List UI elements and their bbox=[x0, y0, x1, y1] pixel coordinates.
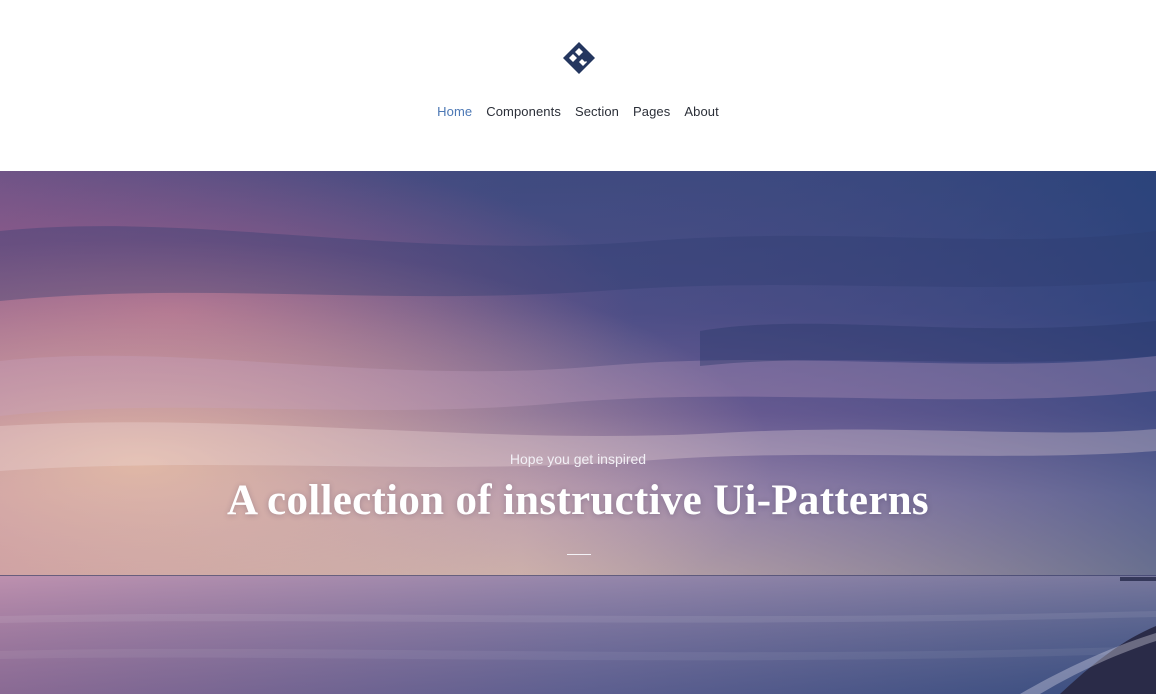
nav-item-home[interactable]: Home bbox=[437, 102, 472, 122]
hero-divider bbox=[567, 554, 591, 555]
main-nav: Home Components Section Pages About bbox=[0, 102, 1156, 122]
hero-background-image bbox=[0, 171, 1156, 694]
hero-subtitle: Hope you get inspired bbox=[509, 451, 647, 467]
nav-item-components[interactable]: Components bbox=[486, 102, 561, 122]
diamond-logo-icon[interactable] bbox=[562, 41, 596, 75]
nav-item-section[interactable]: Section bbox=[575, 102, 619, 122]
hero-section: Hope you get inspired A collection of in… bbox=[0, 171, 1156, 694]
nav-item-about[interactable]: About bbox=[684, 102, 718, 122]
hero-title: A collection of instructive Ui-Patterns bbox=[227, 477, 929, 524]
site-header: Home Components Section Pages About bbox=[0, 0, 1156, 171]
nav-item-pages[interactable]: Pages bbox=[633, 102, 670, 122]
